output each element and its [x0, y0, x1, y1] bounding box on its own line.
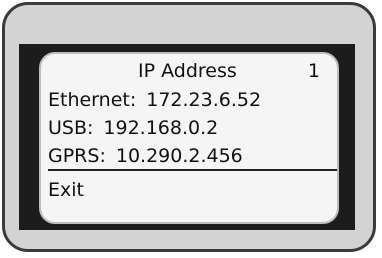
menu-item-ethernet[interactable]: Ethernet: 172.23.6.52	[48, 86, 337, 114]
lcd-screen: IP Address 1 Ethernet: 172.23.6.52 USB: 19…	[39, 52, 339, 224]
ethernet-ip-value: 172.23.6.52	[146, 89, 262, 111]
screen-title: IP Address	[138, 60, 237, 82]
usb-ip-value: 192.168.0.2	[103, 117, 219, 139]
page-number: 1	[307, 60, 320, 82]
display-bezel: IP Address 1 Ethernet: 172.23.6.52 USB: 19…	[19, 44, 355, 230]
gprs-ip-value: 10.290.2.456	[115, 145, 243, 167]
ethernet-label: Ethernet:	[48, 89, 137, 111]
gprs-label: GPRS:	[48, 145, 106, 167]
exit-menu-item[interactable]: Exit	[48, 176, 337, 204]
exit-label: Exit	[48, 179, 84, 201]
usb-label: USB:	[48, 117, 94, 139]
screen-header: IP Address 1	[41, 57, 337, 85]
menu-divider	[48, 169, 337, 171]
menu-item-gprs[interactable]: GPRS: 10.290.2.456	[48, 142, 337, 170]
menu-item-usb[interactable]: USB: 192.168.0.2	[48, 114, 337, 142]
device-frame: IP Address 1 Ethernet: 172.23.6.52 USB: 19…	[2, 2, 376, 252]
